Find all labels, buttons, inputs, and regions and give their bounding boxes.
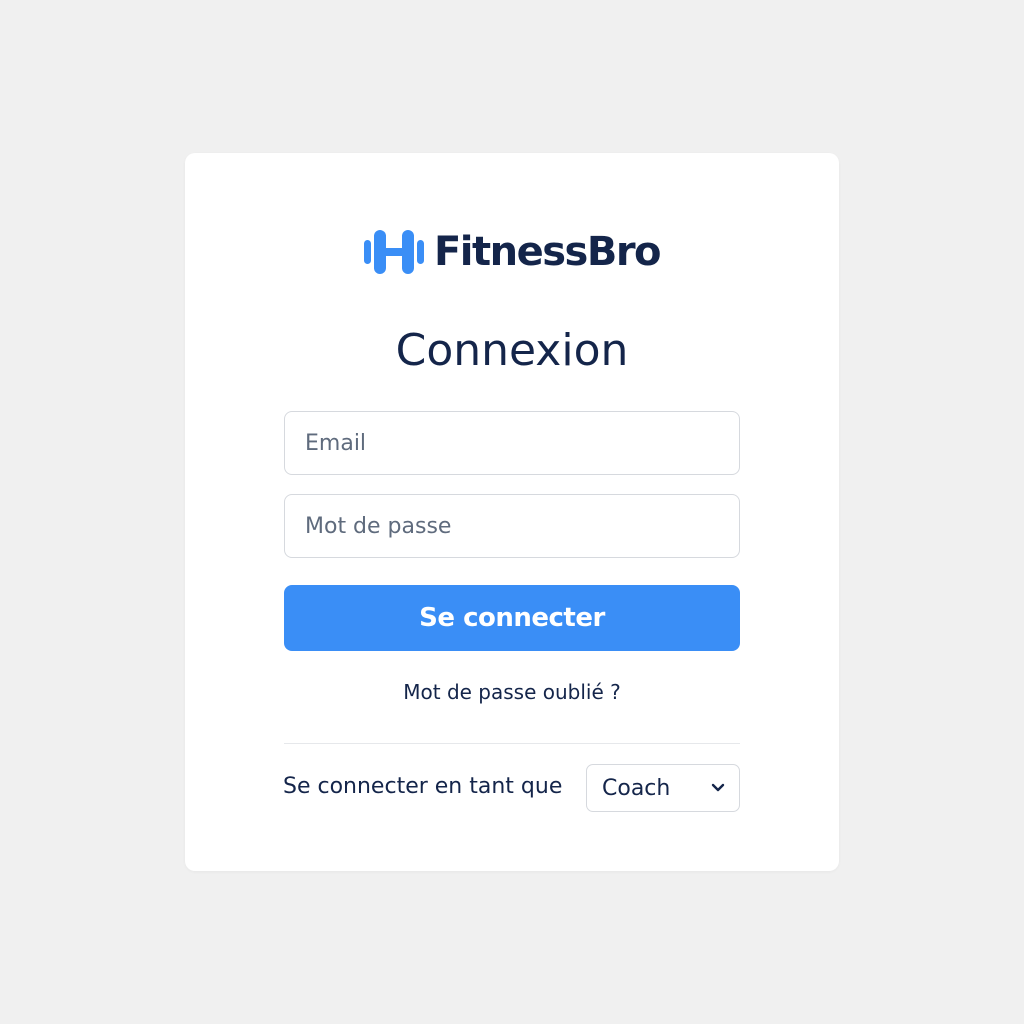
login-card: FitnessBro Connexion Se connecter Mot de…: [185, 153, 839, 871]
role-select[interactable]: Coach: [586, 764, 740, 812]
password-input[interactable]: [284, 494, 740, 558]
brand-name: FitnessBro: [433, 229, 662, 275]
role-selected-value: Coach: [602, 775, 671, 801]
email-input[interactable]: [284, 411, 740, 475]
role-label: Se connecter en tant que: [283, 774, 563, 799]
divider: [284, 743, 740, 744]
login-button[interactable]: Se connecter: [284, 585, 740, 651]
chevron-down-icon: [711, 783, 725, 792]
dumbbell-logo-icon: [363, 230, 424, 274]
page-title: Connexion: [395, 325, 629, 376]
forgot-password-link[interactable]: Mot de passe oublié ?: [185, 677, 839, 707]
brand-header: FitnessBro: [185, 228, 839, 276]
